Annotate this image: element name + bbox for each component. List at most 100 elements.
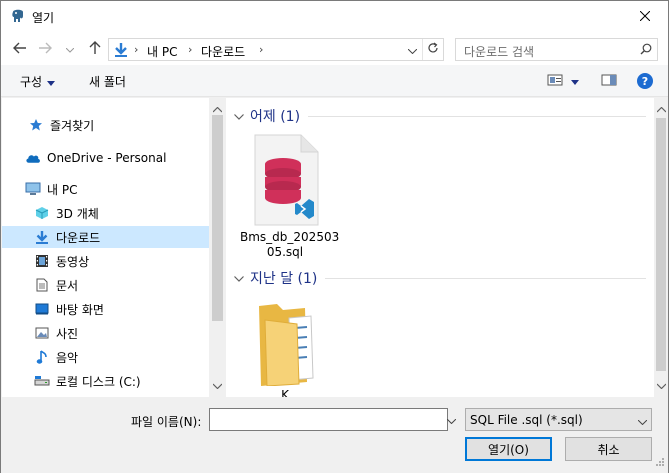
sidebar-item-this-pc[interactable]: 내 PC [2, 178, 209, 200]
open-button-label: 열기(O) [488, 442, 529, 457]
sidebar-item-3d-objects[interactable]: 3D 개체 [2, 202, 209, 224]
app-elephant-icon [10, 8, 26, 24]
help-button[interactable]: ? [637, 71, 653, 91]
new-folder-label: 새 폴더 [89, 75, 126, 89]
chevron-down-icon [65, 42, 75, 56]
group-header-yesterday[interactable]: 어제 (1) [234, 106, 646, 126]
scroll-up-arrow-icon[interactable] [212, 102, 223, 116]
preview-pane-icon [601, 73, 617, 90]
sidebar-item-pictures[interactable]: 사진 [2, 322, 209, 344]
search-box[interactable]: 다운로드 검색 [455, 38, 658, 61]
navigation-scrollbar[interactable] [209, 98, 226, 397]
refresh-button[interactable] [422, 39, 443, 60]
cancel-button[interactable]: 취소 [565, 437, 652, 461]
scroll-down-arrow-icon[interactable] [656, 378, 667, 392]
breadcrumb-separator: › [259, 43, 264, 56]
sidebar-item-label: 3D 개체 [56, 206, 99, 221]
desktop-icon [34, 301, 50, 317]
forward-button[interactable] [35, 39, 55, 59]
breadcrumb-downloads[interactable]: 다운로드 [201, 43, 245, 60]
film-icon [34, 253, 50, 269]
open-button[interactable]: 열기(O) [465, 437, 552, 461]
download-icon [34, 229, 50, 245]
document-icon [34, 277, 50, 293]
sidebar-item-label: 사진 [56, 326, 79, 341]
change-view-button[interactable] [547, 71, 563, 91]
group-divider [325, 277, 646, 279]
search-placeholder: 다운로드 검색 [464, 45, 535, 59]
filename-input[interactable] [209, 408, 448, 431]
cloud-icon [25, 150, 41, 166]
up-arrow-icon [89, 40, 101, 58]
music-icon [34, 349, 50, 365]
group-divider [308, 115, 646, 117]
organize-label: 구성 [20, 75, 43, 89]
dialog-footer: 파일 이름(N): SQL File .sql (*.sql) 열기(O) 취소 [1, 397, 668, 473]
scrollbar-thumb[interactable] [212, 115, 223, 321]
breadcrumb-this-pc[interactable]: 내 PC [147, 43, 177, 60]
sidebar-item-downloads[interactable]: 다운로드 [2, 226, 209, 248]
view-icon [547, 73, 563, 90]
star-icon [28, 117, 44, 133]
breadcrumb-separator: › [134, 43, 139, 56]
new-folder-button[interactable]: 새 폴더 [89, 73, 126, 90]
folder-item[interactable]: K [240, 298, 330, 397]
sidebar-item-onedrive[interactable]: OneDrive - Personal [2, 147, 209, 169]
sidebar-item-label: 다운로드 [56, 230, 101, 245]
close-icon [639, 10, 651, 24]
filename-history-dropdown[interactable] [444, 408, 459, 431]
sidebar-item-desktop[interactable]: 바탕 화면 [2, 298, 209, 320]
sidebar-item-label: 동영상 [56, 254, 90, 269]
file-list-pane: 어제 (1) Bms_db_202503 05.sql 지난 달 (1) K [226, 98, 654, 397]
filename-label: 파일 이름(N): [131, 415, 202, 429]
sidebar-item-documents[interactable]: 문서 [2, 274, 209, 296]
sidebar-item-local-disk[interactable]: 로컬 디스크 (C:) [2, 370, 209, 392]
resize-grip-icon[interactable] [655, 456, 665, 470]
breadcrumb-separator: › [188, 43, 193, 56]
preview-pane-button[interactable] [601, 71, 617, 91]
content-scrollbar[interactable] [654, 98, 668, 397]
filetype-select[interactable]: SQL File .sql (*.sql) [465, 408, 652, 431]
command-toolbar: 구성 새 폴더 ? [1, 65, 668, 97]
recent-locations-button[interactable] [63, 39, 77, 59]
sidebar-item-music[interactable]: 음악 [2, 346, 209, 368]
back-button[interactable] [10, 39, 30, 59]
cube-icon [34, 205, 50, 221]
organize-button[interactable]: 구성 [20, 73, 56, 90]
sidebar-item-label: 즐겨찾기 [50, 118, 95, 133]
sidebar-item-favorites[interactable]: 즐겨찾기 [2, 114, 209, 136]
cancel-button-label: 취소 [597, 442, 620, 457]
group-header-last-month[interactable]: 지난 달 (1) [234, 268, 646, 288]
chevron-down-icon [637, 414, 648, 428]
window-title: 열기 [32, 11, 55, 25]
scroll-down-arrow-icon[interactable] [212, 378, 223, 392]
close-button[interactable] [622, 1, 668, 32]
sidebar-item-label: 바탕 화면 [56, 302, 104, 317]
scroll-up-arrow-icon[interactable] [656, 102, 667, 116]
group-header-label: 어제 (1) [250, 109, 301, 125]
sidebar-item-label: 음악 [56, 350, 79, 365]
folder-name: K [281, 388, 289, 397]
forward-arrow-icon [38, 42, 52, 57]
view-options-dropdown[interactable] [571, 71, 579, 91]
sql-file-icon [249, 134, 321, 226]
filetype-value: SQL File .sql (*.sql) [470, 413, 583, 427]
address-history-dropdown[interactable] [402, 39, 422, 60]
refresh-icon [427, 42, 439, 57]
chevron-down-icon [234, 270, 244, 286]
chevron-down-icon [446, 413, 457, 427]
folder-icon [249, 298, 321, 387]
sidebar-item-label: OneDrive - Personal [47, 151, 167, 165]
file-item-sql[interactable]: Bms_db_202503 05.sql [240, 134, 340, 260]
dropdown-arrow-icon [47, 75, 56, 89]
title-bar: 열기 [1, 1, 668, 32]
chevron-down-icon [407, 43, 417, 57]
navigation-bar: › 내 PC › 다운로드 › 다운로드 검색 [1, 32, 668, 65]
file-name-line1: Bms_db_202503 [240, 230, 340, 244]
sidebar-item-label: 문서 [56, 278, 79, 293]
address-bar[interactable]: › 내 PC › 다운로드 › [108, 38, 444, 61]
sidebar-item-videos[interactable]: 동영상 [2, 250, 209, 272]
up-button[interactable] [85, 39, 105, 59]
chevron-down-icon [234, 108, 244, 124]
scrollbar-thumb[interactable] [656, 118, 666, 371]
